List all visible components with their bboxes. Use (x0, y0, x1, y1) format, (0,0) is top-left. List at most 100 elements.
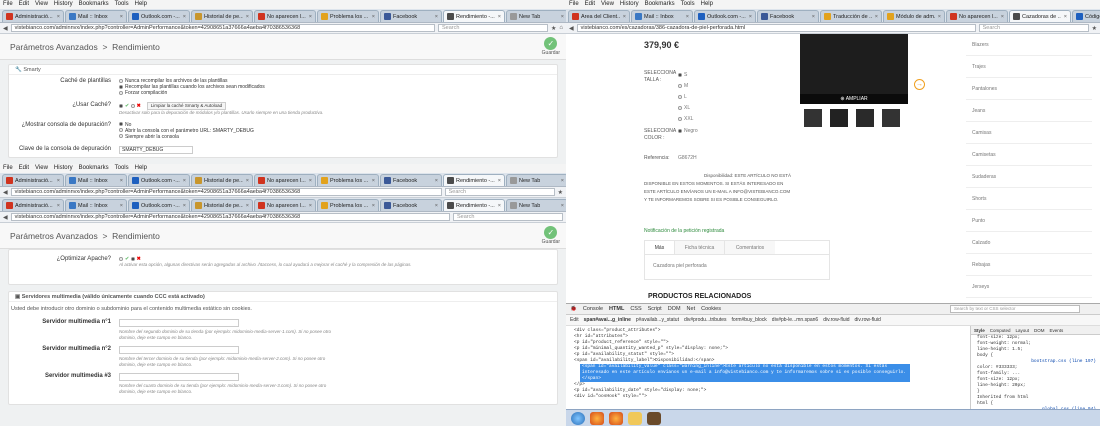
browser-tab[interactable]: Mail :: Inbox × (65, 199, 127, 211)
search-input[interactable]: Search (453, 213, 563, 221)
browser-tab[interactable]: Problema los ... × (317, 199, 379, 211)
breadcrumb-item[interactable]: div#pb-le...mn.span6 (772, 317, 818, 323)
debugkey-input[interactable]: SMARTY_DEBUG (119, 145, 193, 154)
browser-tab[interactable]: Mail :: Inbox × (65, 174, 127, 186)
devtools-tab-css[interactable]: CSS (630, 306, 641, 312)
save-button[interactable]: ✓ Guardar (542, 37, 560, 56)
product-image[interactable]: ⊕ AMPLIAR (800, 34, 908, 104)
browser-tab[interactable]: Outlook.com -... × (128, 174, 190, 186)
browser-tab[interactable]: New Tab × (506, 10, 566, 22)
media1-input[interactable] (119, 319, 239, 327)
menu-history[interactable]: History (54, 0, 73, 9)
close-icon[interactable]: × (1061, 14, 1067, 20)
breadcrumb-item[interactable]: p#availab...y_statut (636, 317, 679, 323)
devtools-tab-cookies[interactable]: Cookies (701, 306, 721, 312)
usecache-yes-radio[interactable] (119, 103, 123, 108)
devtools-tab-console[interactable]: Console (583, 306, 603, 312)
browser-tab[interactable]: New Tab × (506, 199, 566, 211)
close-icon[interactable]: × (306, 178, 312, 184)
browser-tab[interactable]: Mail :: Inbox × (631, 10, 693, 22)
browser-tab[interactable]: Problema los ... × (317, 10, 379, 22)
browser-tab[interactable]: Mail :: Inbox × (65, 10, 127, 22)
category-link[interactable]: Pantalones (966, 78, 1092, 100)
firefox-icon[interactable] (590, 411, 604, 425)
browser-tab[interactable]: Administració... × (2, 174, 64, 186)
browser-tab[interactable]: Problema los ... × (317, 174, 379, 186)
size-option-l[interactable]: L (678, 92, 693, 103)
breadcrumb-item[interactable]: div#produ...tributes (684, 317, 727, 323)
category-link[interactable]: Rebajas (966, 254, 1092, 276)
media2-input[interactable] (119, 346, 239, 354)
close-icon[interactable]: × (180, 203, 186, 209)
close-icon[interactable]: × (369, 178, 375, 184)
close-icon[interactable]: × (117, 14, 123, 20)
category-link[interactable]: Punto (966, 210, 1092, 232)
browser-tab[interactable]: Facebook × (380, 10, 442, 22)
close-icon[interactable]: × (746, 14, 752, 20)
size-option-m[interactable]: M (678, 81, 693, 92)
browser-tab[interactable]: Administració... × (2, 199, 64, 211)
browser-tab[interactable]: Facebook × (757, 10, 819, 22)
close-icon[interactable]: × (243, 203, 249, 209)
devtools-tab-html[interactable]: HTML (609, 306, 624, 312)
style-tab[interactable]: Computed (990, 326, 1011, 334)
close-icon[interactable]: × (935, 14, 941, 20)
apache-yes-radio[interactable] (119, 256, 123, 261)
close-icon[interactable]: × (54, 203, 60, 209)
back-icon[interactable]: ◀ (569, 25, 574, 32)
media3-input[interactable] (119, 373, 239, 381)
html-node[interactable]: <div id="oosHook" style=""> (566, 394, 970, 400)
menu-tools[interactable]: Tools (115, 164, 129, 173)
save-button[interactable]: ✓ Guardar (542, 226, 560, 245)
size-option-xl[interactable]: XL (678, 103, 693, 114)
close-icon[interactable]: × (620, 14, 626, 20)
url-bar[interactable]: vistebianco.com/es/cazadoras/386-cazador… (576, 24, 976, 32)
menu-help[interactable]: Help (701, 0, 713, 9)
browser-tab[interactable]: Outlook.com -... × (694, 10, 756, 22)
menu-edit[interactable]: Edit (585, 0, 595, 9)
back-icon[interactable]: ◀ (3, 25, 8, 32)
usecache-no-radio[interactable] (130, 103, 135, 108)
search-input[interactable]: Search (978, 24, 1089, 32)
bookmark-icon[interactable]: ★ (1092, 25, 1097, 32)
style-tab[interactable]: Layout (1016, 326, 1030, 334)
close-icon[interactable]: × (558, 203, 564, 209)
search-input[interactable]: Search (444, 188, 555, 196)
url-bar[interactable]: vistebianco.com/adminnvx/index.php?contr… (10, 24, 435, 32)
close-icon[interactable]: × (306, 203, 312, 209)
close-icon[interactable]: × (998, 14, 1004, 20)
url-bar[interactable]: vistebianco.com/adminnvx/index.php?contr… (10, 213, 450, 221)
browser-tab[interactable]: New Tab × (506, 174, 566, 186)
browser-tab[interactable]: Historial de pe... × (191, 174, 253, 186)
close-icon[interactable]: × (683, 14, 689, 20)
menu-help[interactable]: Help (135, 0, 147, 9)
menu-help[interactable]: Help (135, 164, 147, 173)
breadcrumb-item[interactable]: div.row-fluid (855, 317, 881, 323)
thumbnail[interactable] (830, 109, 848, 127)
category-link[interactable]: Jerseys (966, 276, 1092, 298)
menu-bookmarks[interactable]: Bookmarks (79, 0, 109, 9)
breadcrumb-item[interactable]: form#buy_block (732, 317, 767, 323)
image-viewer-icon[interactable] (647, 411, 661, 425)
home-icon[interactable]: ⌂ (559, 25, 563, 31)
search-input[interactable]: Search (437, 24, 548, 32)
menu-view[interactable]: View (601, 0, 614, 9)
devtools-tab-script[interactable]: Script (648, 306, 662, 312)
apache-no-radio[interactable] (130, 256, 135, 261)
close-icon[interactable]: × (558, 178, 564, 184)
close-icon[interactable]: × (432, 14, 438, 20)
cache-option-force[interactable]: Forzar compilación (119, 90, 557, 96)
browser-tab[interactable]: Facebook × (380, 174, 442, 186)
browser-tab[interactable]: Historial de pe... × (191, 199, 253, 211)
close-icon[interactable]: × (369, 14, 375, 20)
close-icon[interactable]: × (369, 203, 375, 209)
folder-icon[interactable] (628, 411, 642, 425)
browser-tab[interactable]: Cazadoras de ... × (1009, 10, 1071, 22)
browser-tab[interactable]: Traducción de ... × (820, 10, 882, 22)
close-icon[interactable]: × (306, 14, 312, 20)
browser-tab[interactable]: Rendimiento -... × (443, 10, 505, 22)
close-icon[interactable]: × (558, 14, 564, 20)
breadcrumb-item[interactable]: div.row-fluid (823, 317, 849, 323)
clear-cache-button[interactable]: Limpiar la caché Smarty & Autoload (146, 102, 227, 110)
category-link[interactable]: Blazers (966, 34, 1092, 56)
